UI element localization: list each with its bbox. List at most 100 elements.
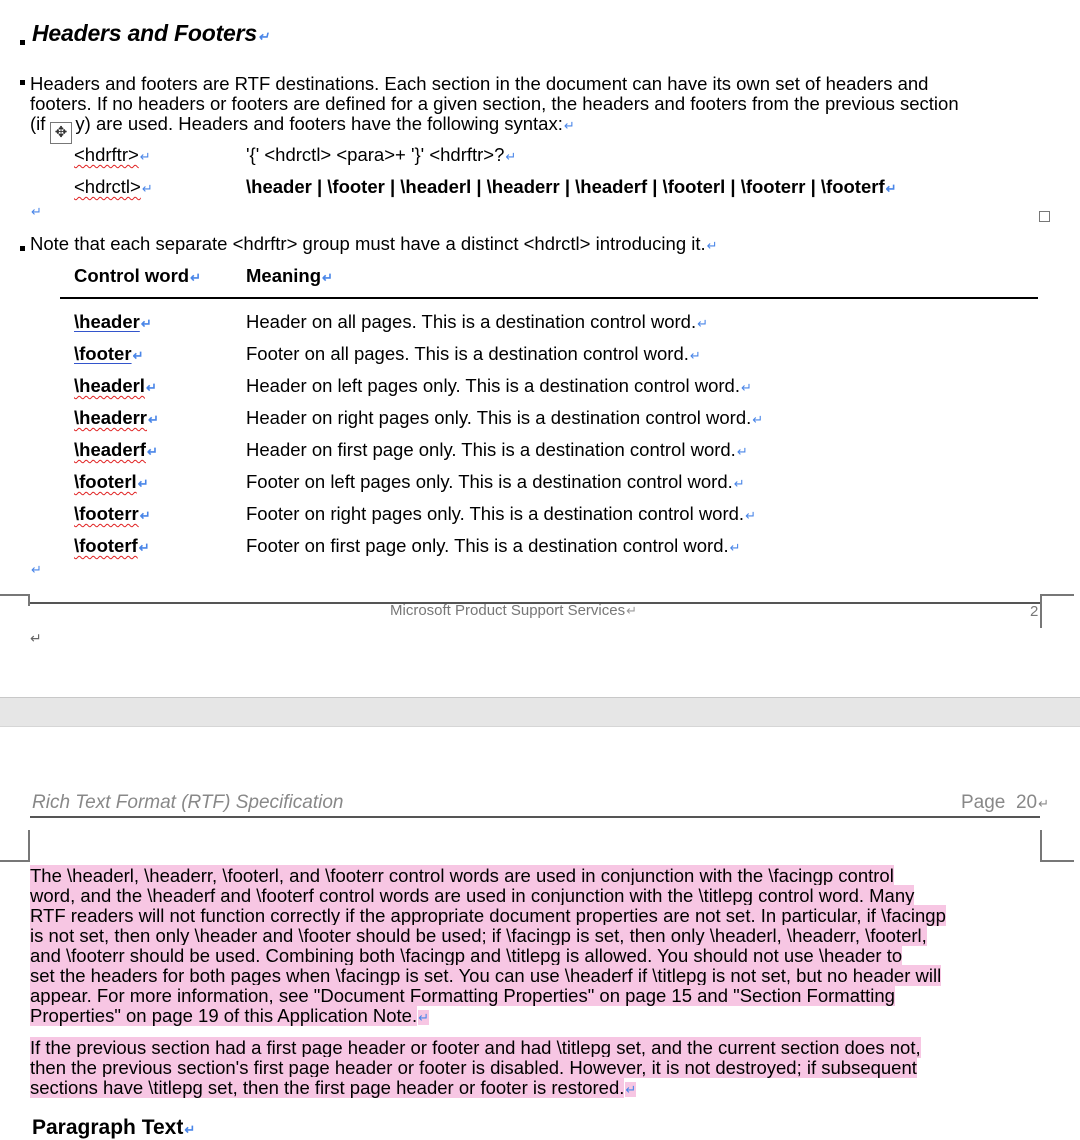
next-section-heading: Paragraph Text↵ [32,1116,195,1140]
body-line: appear. For more information, see "Docum… [30,985,1045,1006]
paragraph-mark-icon: ↵ [689,348,701,363]
control-word-link[interactable]: \header [74,311,140,332]
next-heading-text: Paragraph Text [32,1116,184,1139]
syntax-term-text: <hdrftr> [74,144,139,165]
body-line-text: Properties" on page 19 of this Applicati… [30,1005,418,1026]
table-resize-handle[interactable] [1039,211,1050,222]
body-line: then the previous section's first page h… [30,1057,1045,1078]
body-line: If the previous section had a first page… [30,1037,1045,1058]
body-line: set the headers for both pages when \fac… [30,965,1045,986]
paragraph-mark-icon: ↵ [137,476,149,491]
header-crop-mark [1040,860,1074,862]
control-word-text: \headerl [74,375,145,396]
intro-paragraph: Headers and footers are RTF destinations… [30,74,959,136]
body-paragraph-1: The \headerl, \headerr, \footerl, and \f… [30,865,1045,1028]
paragraph-mark-icon: ↵ [140,316,152,331]
control-word-cell: \footerl↵ [74,471,149,495]
table-move-handle[interactable]: ✥ [50,122,72,144]
paragraph-mark-icon: ↵ [1038,796,1049,811]
paragraph-mark-icon: ↵ [31,562,42,577]
control-word-text: \headerf [74,439,146,460]
footer-center-text: Microsoft Product Support Services [390,602,626,619]
page2-header-page: Page 20↵ [961,792,1049,814]
body-line-text: is not set, then only \header and \foote… [30,925,927,946]
body-paragraph-2: If the previous section had a first page… [30,1037,1045,1100]
footer-crop-mark [28,594,30,606]
body-line-text: word, and the \headerf and \footerf cont… [30,885,915,906]
meaning-text: Header on left pages only. This is a des… [246,375,740,396]
table-header-text: Control word [74,265,190,286]
body-line-text: sections have \titlepg set, then the fir… [30,1077,625,1098]
header-crop-mark [0,860,30,862]
syntax-term: <hdrctl>↵ [74,176,153,200]
control-word-cell: \footer↵ [74,343,143,367]
meaning-text: Header on first page only. This is a des… [246,439,736,460]
meaning-cell: Footer on left pages only. This is a des… [246,471,745,495]
control-word-text: \footerl [74,471,137,492]
intro-line: Headers and footers are RTF destinations… [30,73,929,94]
meaning-cell: Footer on first page only. This is a des… [246,535,741,559]
table-header-text: Meaning [246,265,322,286]
meaning-text: Footer on right pages only. This is a de… [246,503,745,524]
paragraph-mark-icon: ↵ [30,630,42,646]
paragraph-mark-icon: ↵ [148,412,159,427]
page-separator [0,697,1080,727]
meaning-cell: Header on right pages only. This is a de… [246,407,763,431]
paragraph-mark-icon: ↵ [625,1082,637,1097]
body-line-text: The \headerl, \headerr, \footerl, and \f… [30,865,894,886]
body-line: RTF readers will not function correctly … [30,905,1045,926]
header-crop-mark [1040,830,1042,862]
body-line-text: appear. For more information, see "Docum… [30,985,895,1006]
paragraph-mark-icon: ↵ [139,149,151,164]
paragraph-mark-icon: ↵ [505,149,517,164]
control-word-text: \headerr [74,407,148,428]
paragraph-mark-icon: ↵ [736,444,748,459]
table-header-control-word: Control word↵ [74,265,201,289]
table-header-meaning: Meaning↵ [246,265,333,289]
paragraph-mark-icon: ↵ [740,380,752,395]
paragraph-mark-icon: ↵ [322,270,333,285]
body-line: word, and the \headerf and \footerf cont… [30,885,1045,906]
page2-header-title: Rich Text Format (RTF) Specification [32,792,344,813]
paragraph-mark-icon: ↵ [729,540,741,555]
body-line-text: then the previous section's first page h… [30,1057,917,1078]
note-text: Note that each separate <hdrftr> group m… [30,233,706,254]
intro-line-part: y) are used. Headers and footers have th… [75,113,563,134]
footer-crop-mark [1040,594,1074,596]
control-word-link[interactable]: \footer [74,343,132,364]
syntax-term-text: <hdrctl> [74,176,141,197]
page-label: Page [961,792,1006,813]
paragraph-mark-icon: ↵ [146,444,158,459]
paragraph-mark-icon: ↵ [145,380,157,395]
intro-line-part: (if [30,113,46,134]
control-word-cell: \footerf↵ [74,535,150,559]
intro-line: (if y) are used. Headers and footers have… [30,114,959,136]
meaning-cell: Footer on all pages. This is a destinati… [246,343,701,367]
syntax-definition: \header | \footer | \headerl | \headerr … [246,176,897,200]
paragraph-mark-icon: ↵ [258,29,269,44]
body-line: The \headerl, \headerr, \footerl, and \f… [30,865,1045,886]
body-line: is not set, then only \header and \foote… [30,925,1045,946]
paragraph-mark-icon: ↵ [138,540,150,555]
control-word-text: \footerf [74,535,138,556]
paragraph-mark-icon: ↵ [745,508,756,523]
footer-crop-mark [0,594,30,596]
paragraph-mark-icon: ↵ [418,1010,429,1025]
meaning-text: Header on all pages. This is a destinati… [246,311,697,332]
meaning-cell: Header on left pages only. This is a des… [246,375,752,399]
body-line-text: RTF readers will not function correctly … [30,905,946,926]
paragraph-mark-icon: ↵ [141,181,153,196]
paragraph-bullet [20,246,25,251]
body-line-text: and \footerr should be used. Combining b… [30,945,903,966]
control-word-cell: \headerf↵ [74,439,158,463]
table-header-rule [60,297,1038,299]
syntax-definition: '{' <hdrctl> <para>+ '}' <hdrftr>?↵ [246,144,516,168]
section-heading-text: Headers and Footers [32,20,257,46]
header-crop-mark [28,830,30,862]
header-rule [30,816,1040,818]
body-line-text: If the previous section had a first page… [30,1037,921,1058]
paragraph-mark-icon: ↵ [752,412,764,427]
page1-footer-page-number: 2 [1030,603,1039,620]
meaning-cell: Footer on right pages only. This is a de… [246,503,756,527]
paragraph-mark-icon: ↵ [190,270,201,285]
